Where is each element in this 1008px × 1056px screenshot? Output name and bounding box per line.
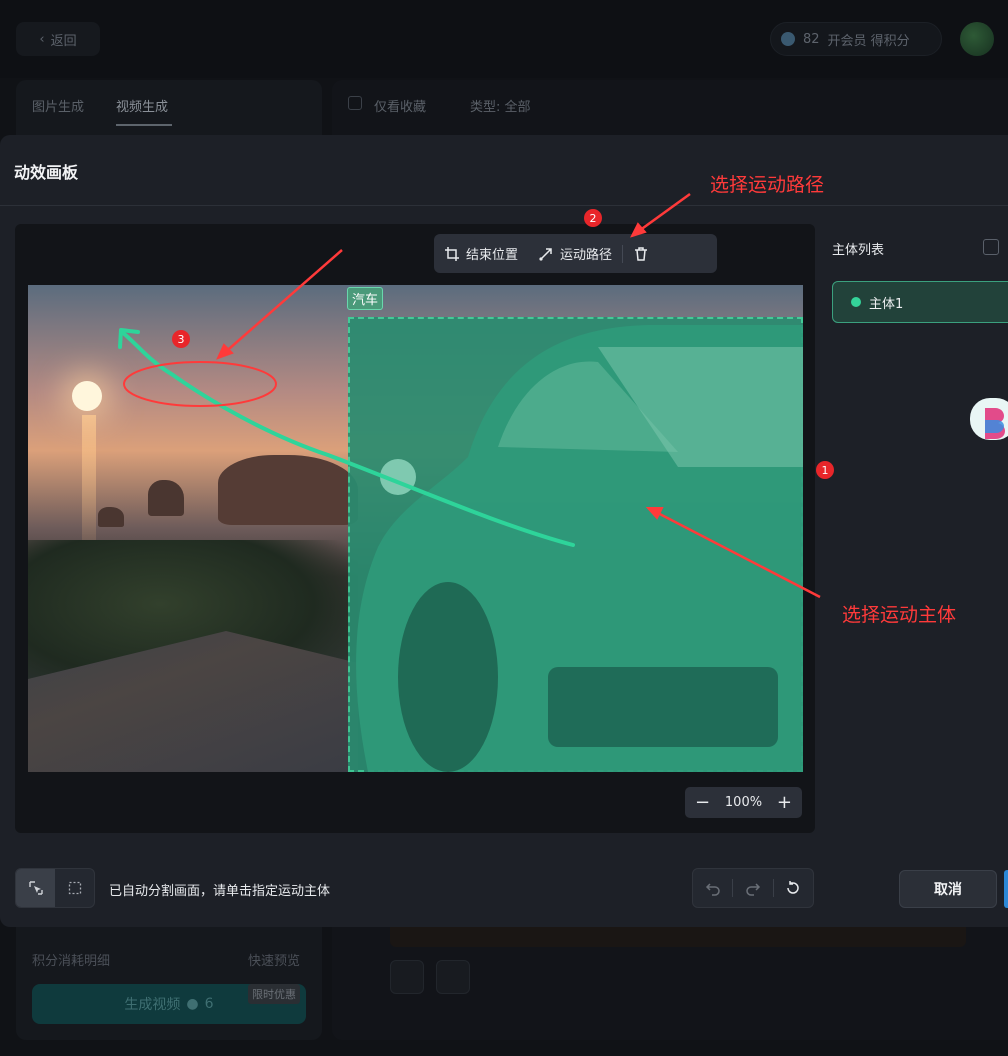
annotation-select-subject: 选择运动主体 [842,604,957,626]
annotation-marker-3: 3 [172,330,190,348]
annotation-marker-2: 2 [584,209,602,227]
annotation-marker-1: 1 [816,461,834,479]
annotation-select-path: 选择运动路径 [710,174,825,196]
annotation-overlay [123,192,821,599]
